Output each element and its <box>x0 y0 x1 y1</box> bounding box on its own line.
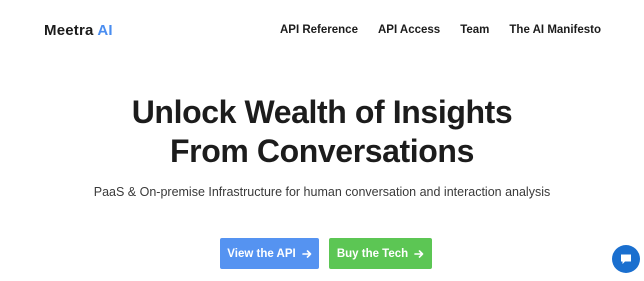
arrow-right-icon <box>301 249 311 258</box>
brand-accent: AI <box>97 22 113 39</box>
top-nav: API Reference API Access Team The AI Man… <box>280 24 601 36</box>
brand-logo[interactable]: Meetra AI <box>44 22 113 39</box>
buy-tech-button[interactable]: Buy the Tech <box>329 238 432 269</box>
buy-tech-label: Buy the Tech <box>336 247 409 260</box>
hero-title-line1: Unlock Wealth of Insights <box>131 94 513 130</box>
landing-page: Meetra AI API Reference API Access Team … <box>0 0 644 281</box>
hero-title-line2: From Conversations <box>170 133 474 169</box>
brand-name: Meetra <box>44 22 94 39</box>
hero-title: Unlock Wealth of Insights From Conversat… <box>0 93 644 171</box>
hero-subtitle: PaaS & On-premise Infrastructure for hum… <box>93 185 551 199</box>
view-api-button[interactable]: View the API <box>220 238 319 269</box>
nav-api-access[interactable]: API Access <box>378 24 440 36</box>
chat-icon <box>621 254 631 264</box>
nav-ai-manifesto[interactable]: The AI Manifesto <box>509 24 601 36</box>
nav-api-reference[interactable]: API Reference <box>280 24 358 36</box>
chat-widget-button[interactable] <box>612 245 640 273</box>
arrow-right-icon <box>414 249 424 258</box>
nav-team[interactable]: Team <box>460 24 489 36</box>
view-api-label: View the API <box>227 247 296 260</box>
